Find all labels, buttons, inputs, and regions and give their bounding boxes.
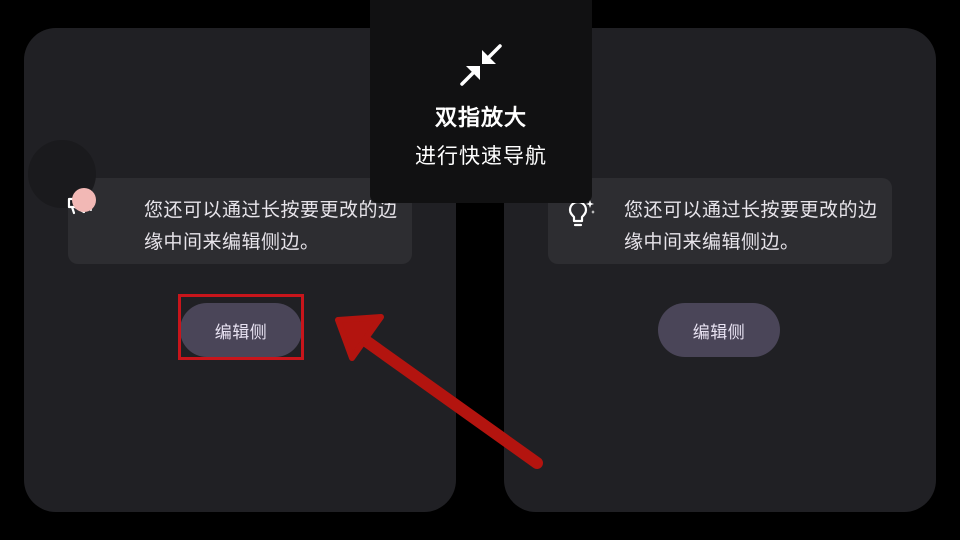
highlight-box bbox=[178, 294, 304, 360]
gesture-title: 双指放大 bbox=[434, 106, 527, 131]
edit-side-button[interactable]: 编辑侧 bbox=[658, 303, 780, 357]
tip-text: 您还可以通过长按要更改的边缘中间来编辑侧边。 bbox=[144, 199, 398, 253]
tip-card: 您还可以通过长按要更改的边缘中间来编辑侧边。 bbox=[548, 178, 892, 264]
screen: 您还可以通过长按要更改的边缘中间来编辑侧边。 编辑侧 您还可以通过长按要更改的边… bbox=[0, 0, 960, 540]
tip-text: 您还可以通过长按要更改的边缘中间来编辑侧边。 bbox=[624, 199, 878, 253]
pinch-collapse-icon bbox=[456, 40, 506, 90]
gesture-subtitle: 进行快速导航 bbox=[415, 144, 547, 168]
tip-card: 您还可以通过长按要更改的边缘中间来编辑侧边。 bbox=[68, 178, 412, 264]
gesture-hint-overlay: 双指放大 进行快速导航 bbox=[370, 0, 592, 203]
notification-dot bbox=[72, 188, 96, 212]
